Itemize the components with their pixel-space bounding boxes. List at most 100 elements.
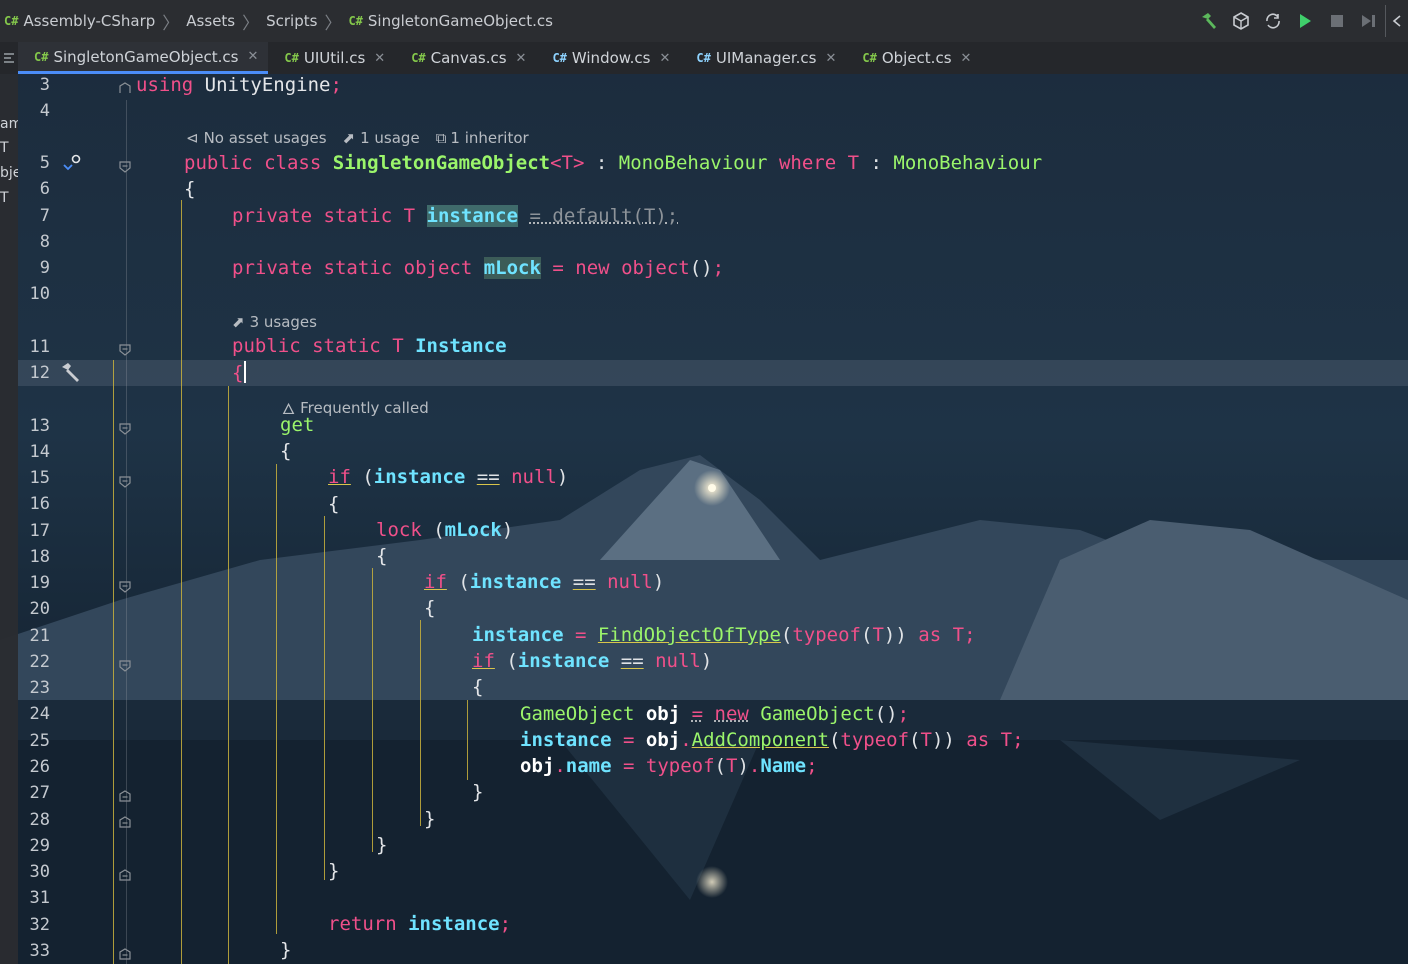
paren: ( xyxy=(909,729,921,751)
field-name: instance xyxy=(426,205,519,227)
breadcrumb-assets[interactable]: Assets xyxy=(186,12,235,30)
fold-start-icon[interactable] xyxy=(119,473,131,488)
build-hammer-icon[interactable] xyxy=(1193,5,1225,37)
line-number: 15 xyxy=(29,468,50,488)
structure-icon[interactable] xyxy=(0,42,18,74)
line-number: 32 xyxy=(29,915,50,935)
line-number: 10 xyxy=(29,284,50,304)
line-number: 23 xyxy=(29,678,50,698)
semicolon: ; xyxy=(806,755,818,777)
close-icon[interactable]: ✕ xyxy=(961,51,972,66)
step-icon[interactable] xyxy=(1353,5,1385,37)
line-number: 24 xyxy=(29,704,50,724)
redundant-initializer: = default(T); xyxy=(529,205,679,227)
fold-start-icon[interactable] xyxy=(119,578,131,593)
code-line: { xyxy=(472,676,483,698)
keyword: class xyxy=(264,152,322,174)
keyword: static xyxy=(323,257,393,279)
hammer-icon[interactable] xyxy=(58,361,82,389)
code-line: using UnityEngine; xyxy=(136,74,342,96)
csharp-file-icon: C# xyxy=(696,51,711,65)
csharp-file-icon: C# xyxy=(862,51,877,65)
close-icon[interactable]: ✕ xyxy=(660,51,671,66)
breadcrumb-scripts[interactable]: Scripts xyxy=(266,12,317,30)
sidebar-fragment: T xyxy=(0,190,9,206)
type-name: GameObject xyxy=(520,703,635,725)
paren: ( xyxy=(458,571,470,593)
breadcrumb-chevron-icon: 〉 xyxy=(242,13,260,34)
run-icon[interactable] xyxy=(1289,5,1321,37)
fold-end-icon[interactable] xyxy=(119,866,131,881)
tab-uimanager[interactable]: C# UIManager.cs ✕ xyxy=(680,42,846,74)
line-number: 20 xyxy=(29,599,50,619)
hint-usages[interactable]: ⬈ 3 usages xyxy=(232,313,317,331)
hint-no-asset-usages[interactable]: ⊲ No asset usages xyxy=(186,129,327,147)
fold-start-icon[interactable] xyxy=(119,158,131,173)
close-icon[interactable]: ✕ xyxy=(374,51,385,66)
paren: ( xyxy=(780,624,793,646)
fold-end-icon[interactable] xyxy=(119,945,131,960)
property-ref: name xyxy=(565,755,612,777)
accessor-keyword: get xyxy=(280,414,315,436)
tab-window[interactable]: C# Window.cs ✕ xyxy=(536,42,680,74)
tab-singletongameobject[interactable]: C# SingletonGameObject.cs ✕ xyxy=(18,42,269,74)
stop-icon[interactable] xyxy=(1321,5,1353,37)
tab-canvas[interactable]: C# Canvas.cs ✕ xyxy=(395,42,536,74)
hint-label: No asset usages xyxy=(203,129,327,147)
operator: == xyxy=(620,650,644,672)
paren: ) xyxy=(652,571,665,593)
hint-inheritors[interactable]: ⧉ 1 inheritor xyxy=(436,129,529,147)
keyword: if xyxy=(328,466,351,488)
code-line: } xyxy=(280,939,291,961)
keyword: as xyxy=(966,729,990,751)
fold-start-icon[interactable] xyxy=(119,79,131,93)
operator: . xyxy=(554,755,566,777)
line-number: 31 xyxy=(29,888,50,908)
keyword: private xyxy=(232,257,313,279)
unity-refresh-icon[interactable] xyxy=(1257,5,1289,37)
fold-end-icon[interactable] xyxy=(119,787,131,802)
type-parameter: T xyxy=(403,205,416,227)
keyword: new xyxy=(575,257,610,279)
tab-label: SingletonGameObject.cs xyxy=(53,47,239,66)
code-line: } xyxy=(328,860,339,882)
paren: ) xyxy=(943,729,955,751)
code-line: instance = FindObjectOfType(typeof(T)) a… xyxy=(472,624,976,646)
unity-icon[interactable] xyxy=(1225,5,1257,37)
csharp-file-icon: C# xyxy=(34,49,49,64)
breadcrumb-project[interactable]: C# Assembly-CSharp xyxy=(4,12,155,30)
line-number: 4 xyxy=(39,101,50,121)
semicolon: ; xyxy=(330,74,342,96)
hint-usages[interactable]: ⬈ 1 usage xyxy=(343,129,420,147)
fold-start-icon[interactable] xyxy=(119,341,131,356)
field-ref: instance xyxy=(520,729,612,751)
hint-label: 3 usages xyxy=(249,313,317,331)
tab-object[interactable]: C# Object.cs ✕ xyxy=(846,42,981,74)
tab-uiutil[interactable]: C# UIUtil.cs ✕ xyxy=(268,42,395,74)
inheritor-marker-icon[interactable] xyxy=(62,154,84,180)
collapsed-tool-window[interactable]: am T bje T xyxy=(0,74,18,964)
overflow-chevron-icon[interactable] xyxy=(1385,5,1408,37)
type-parameter: T xyxy=(392,335,404,357)
close-icon[interactable]: ✕ xyxy=(516,51,527,66)
breadcrumb-file[interactable]: C# SingletonGameObject.cs xyxy=(348,12,552,30)
fold-start-icon[interactable] xyxy=(119,657,131,672)
code-line: private static T instance = default(T); xyxy=(232,205,678,227)
code-editor[interactable]: 3 4 5 6 7 8 9 10 11 12 13 14 15 16 17 18… xyxy=(0,74,1408,964)
fold-start-icon[interactable] xyxy=(119,420,131,435)
line-number: 11 xyxy=(29,337,50,357)
local-variable: obj xyxy=(645,729,681,751)
fold-end-icon[interactable] xyxy=(119,813,131,828)
keyword: static xyxy=(312,335,381,357)
close-icon[interactable]: ✕ xyxy=(825,51,836,66)
hint-label: 1 inheritor xyxy=(450,129,529,147)
type-parameter: T xyxy=(1000,729,1013,751)
line-number: 6 xyxy=(39,179,50,199)
breadcrumb-scripts-label: Scripts xyxy=(266,12,318,30)
brace: } xyxy=(424,808,436,830)
code-vision-hints: ⬈ 3 usages xyxy=(232,313,333,331)
keyword: private xyxy=(232,205,313,227)
close-icon[interactable]: ✕ xyxy=(247,49,258,64)
brace: { xyxy=(472,676,484,698)
paren: ( xyxy=(861,624,873,646)
